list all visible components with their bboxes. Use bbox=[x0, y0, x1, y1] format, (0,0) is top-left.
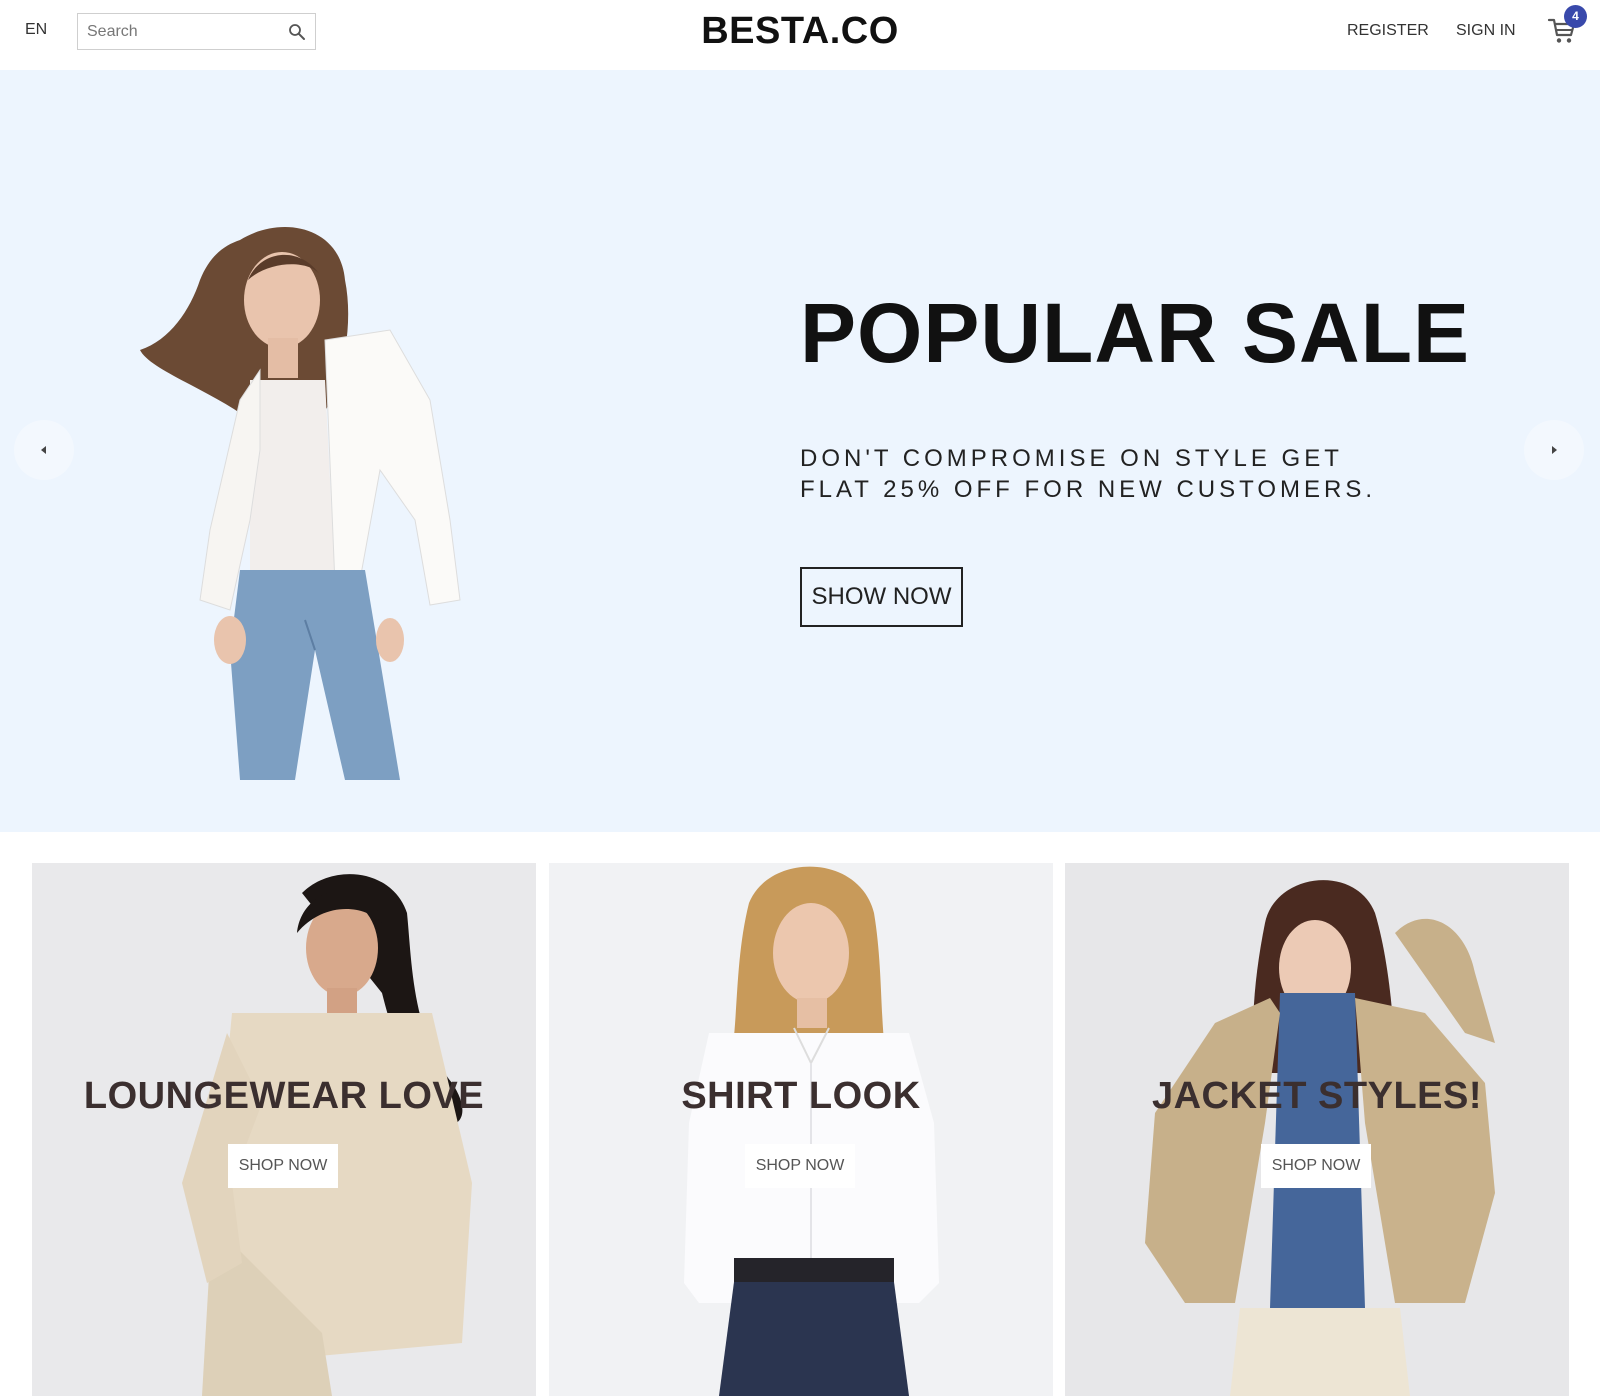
caret-right-icon bbox=[1552, 446, 1557, 454]
shirt-shop-now-button[interactable]: SHOP NOW bbox=[745, 1144, 855, 1188]
jacket-shop-now-button[interactable]: SHOP NOW bbox=[1261, 1144, 1371, 1188]
sign-in-link[interactable]: SIGN IN bbox=[1456, 22, 1516, 40]
jacket-styles-title: JACKET STYLES! bbox=[1151, 1075, 1483, 1117]
category-card-jacket[interactable]: JACKET STYLES! SHOP NOW bbox=[1065, 863, 1569, 1396]
carousel-next-button[interactable] bbox=[1524, 420, 1584, 480]
loungewear-model-image bbox=[182, 874, 472, 1396]
search-input[interactable] bbox=[78, 14, 278, 49]
cart-count-badge: 4 bbox=[1564, 5, 1587, 28]
category-card-shirt[interactable]: SHIRT LOOK SHOP NOW bbox=[549, 863, 1053, 1396]
search-box bbox=[77, 13, 316, 50]
shirt-look-title: SHIRT LOOK bbox=[681, 1075, 921, 1117]
language-selector[interactable]: EN bbox=[25, 21, 47, 39]
register-link[interactable]: REGISTER bbox=[1347, 22, 1429, 40]
shirt-model-image bbox=[684, 866, 939, 1396]
carousel-prev-button[interactable] bbox=[14, 420, 74, 480]
hero-banner: POPULAR SALE DON'T COMPROMISE ON STYLE G… bbox=[0, 70, 1600, 832]
site-header: EN BESTA.CO REGISTER SIGN IN 4 bbox=[0, 0, 1600, 70]
loungewear-shop-now-button[interactable]: SHOP NOW bbox=[228, 1144, 338, 1188]
search-icon[interactable] bbox=[288, 23, 306, 41]
hero-subtitle: DON'T COMPROMISE ON STYLE GET FLAT 25% O… bbox=[800, 445, 1377, 503]
category-card-loungewear[interactable]: LOUNGEWEAR LOVE SHOP NOW bbox=[32, 863, 536, 1396]
caret-left-icon bbox=[41, 446, 46, 454]
loungewear-title: LOUNGEWEAR LOVE bbox=[83, 1075, 485, 1117]
site-logo[interactable]: BESTA.CO bbox=[701, 10, 899, 52]
jacket-model-image bbox=[1145, 880, 1495, 1396]
hero-title: POPULAR SALE bbox=[800, 286, 1471, 380]
hero-model-image bbox=[140, 227, 461, 780]
hero-show-now-button[interactable]: SHOW NOW bbox=[800, 567, 963, 627]
